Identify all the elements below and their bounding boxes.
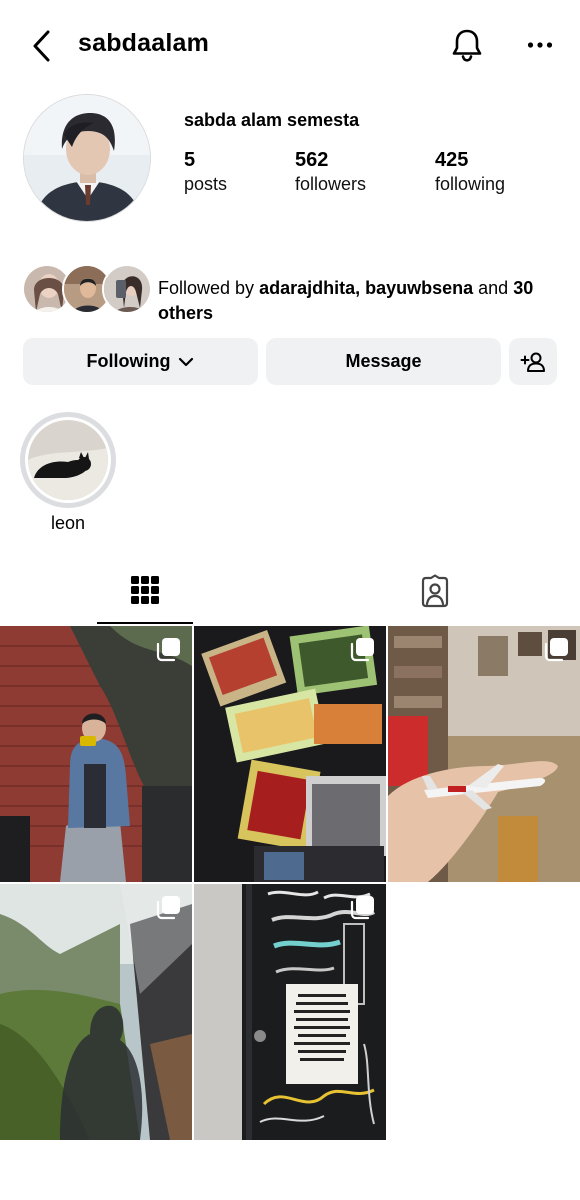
followed-by-prefix: Followed by (158, 278, 260, 298)
following-button-label: Following (86, 351, 171, 371)
back-button[interactable] (22, 26, 62, 66)
multiple-photos-icon (350, 896, 374, 920)
post-thumbnail[interactable] (388, 626, 580, 882)
post-thumbnail[interactable] (0, 884, 192, 1140)
profile-full-name: sabda alam semesta (184, 110, 360, 130)
following-button[interactable]: Following (23, 338, 258, 385)
highlight-cover (28, 420, 108, 500)
followed-by-middle: and (473, 278, 514, 298)
tab-tagged[interactable] (387, 558, 483, 624)
story-highlight[interactable]: leon (20, 412, 116, 534)
mutual-avatar (102, 264, 152, 314)
tagged-icon (421, 574, 449, 608)
message-button-label: Message (345, 351, 422, 371)
profile-username: sabdaalam (78, 29, 210, 57)
mutual-followers-avatars[interactable] (22, 262, 152, 316)
multiple-photos-icon (350, 638, 374, 662)
more-options-button[interactable] (520, 24, 560, 66)
post-thumbnail[interactable] (194, 884, 386, 1140)
followers-count-value: 562 (295, 149, 329, 171)
following-count-value: 425 (435, 149, 469, 171)
profile-header: sabdaalam (0, 0, 580, 90)
chevron-down-icon (179, 357, 194, 366)
posts-count-label: posts (184, 174, 228, 194)
grid-icon (131, 576, 159, 604)
following-count[interactable]: 425 following (435, 148, 505, 196)
posts-count[interactable]: 5 posts (184, 148, 227, 196)
notifications-button[interactable] (446, 24, 488, 66)
tab-posts-grid[interactable] (97, 558, 193, 624)
more-horizontal-icon (527, 42, 553, 48)
message-button[interactable]: Message (266, 338, 501, 385)
add-user-icon (520, 352, 545, 372)
multiple-photos-icon (544, 638, 568, 662)
bell-icon (452, 29, 482, 62)
following-count-label: following (435, 174, 506, 194)
profile-tabs (0, 558, 580, 624)
followed-by-text[interactable]: Followed by adarajdhita, bayuwbsena and … (158, 276, 558, 326)
posts-count-value: 5 (184, 149, 196, 171)
post-thumbnail[interactable] (0, 626, 192, 882)
profile-avatar[interactable] (23, 94, 151, 222)
followed-by-names: adarajdhita, bayuwbsena (259, 278, 474, 298)
followers-count-label: followers (295, 174, 367, 194)
chevron-left-icon (33, 30, 50, 62)
multiple-photos-icon (156, 896, 180, 920)
post-thumbnail[interactable] (194, 626, 386, 882)
highlight-label: leon (50, 513, 86, 533)
highlight-ring (20, 412, 116, 508)
followers-count[interactable]: 562 followers (295, 148, 366, 196)
avatar-photo (24, 95, 150, 221)
multiple-photos-icon (156, 638, 180, 662)
add-user-button[interactable] (509, 338, 557, 385)
